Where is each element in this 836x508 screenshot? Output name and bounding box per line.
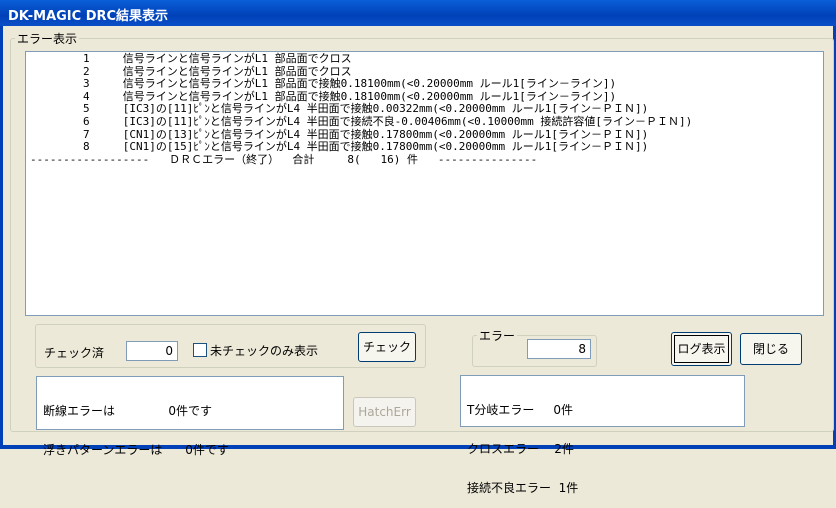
- checked-count-field[interactable]: 0: [126, 341, 178, 361]
- summary-line-cross: クロスエラー 2件: [467, 442, 574, 456]
- right-summary-box: T分岐エラー 0件 クロスエラー 2件 接続不良エラー 1件: [460, 375, 745, 495]
- error-list-text: 1 信号ラインと信号ラインがL1 部品面でクロス 2 信号ラインと信号ラインがL…: [26, 52, 823, 166]
- log-display-button[interactable]: ログ表示: [671, 332, 732, 366]
- error-count-legend: エラー: [479, 329, 516, 343]
- unchecked-only-checkbox[interactable]: [193, 343, 207, 357]
- unchecked-only-label[interactable]: 未チェックのみ表示: [210, 342, 318, 359]
- summary-line-break: 断線エラーは 0件です: [43, 404, 213, 418]
- error-list-line[interactable]: ------------------ ＤＲＣエラー（終了） 合計 8( 16) …: [30, 153, 823, 167]
- window-title: DK-MAGIC DRC結果表示: [8, 9, 169, 24]
- summary-line-floating: 浮きパターンエラーは 0件です: [43, 443, 229, 457]
- error-list-line[interactable]: 1 信号ラインと信号ラインがL1 部品面でクロス: [30, 52, 823, 66]
- error-list-line[interactable]: 3 信号ラインと信号ラインがL1 部品面で接触0.18100mm(<0.2000…: [30, 78, 823, 91]
- error-list[interactable]: 1 信号ラインと信号ラインがL1 部品面でクロス 2 信号ラインと信号ラインがL…: [25, 51, 824, 316]
- title-bar: DK-MAGIC DRC結果表示: [0, 0, 836, 26]
- error-list-line[interactable]: 6 [IC3]の[11]ﾋﾟﾝと信号ラインがL4 半田面で接続不良-0.0040…: [30, 115, 823, 129]
- error-count-field[interactable]: 8: [527, 339, 591, 359]
- summary-line-connection: 接続不良エラー 1件: [467, 481, 579, 495]
- close-button[interactable]: 閉じる: [740, 333, 802, 365]
- checked-count-label: チェック済: [44, 346, 105, 360]
- check-button[interactable]: チェック: [358, 332, 416, 362]
- error-list-line[interactable]: 8 [CN1]の[15]ﾋﾟﾝと信号ラインがL4 半田面で接触0.17800mm…: [30, 141, 823, 154]
- error-display-legend: エラー表示: [17, 32, 78, 46]
- summary-line-t-branch: T分岐エラー 0件: [467, 403, 574, 417]
- left-summary-box: 断線エラーは 0件です 浮きパターンエラーは 0件です: [36, 376, 344, 457]
- hatch-err-button[interactable]: HatchErr: [353, 397, 416, 427]
